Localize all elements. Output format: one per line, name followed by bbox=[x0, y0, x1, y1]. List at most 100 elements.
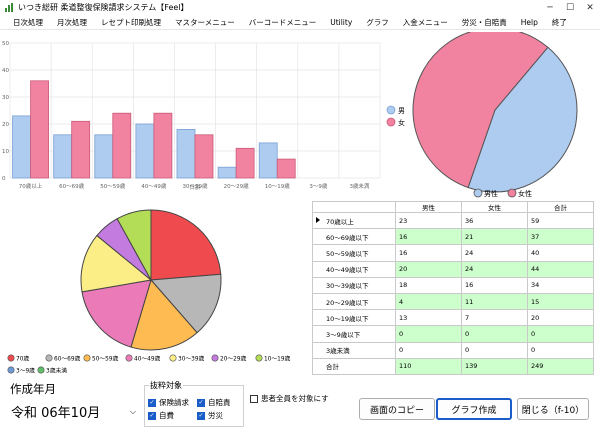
menu-graph[interactable]: グラフ bbox=[359, 17, 396, 28]
filter-insurance-checkbox[interactable]: ✓ 保険請求 bbox=[148, 397, 189, 408]
table-row[interactable]: 40〜49歳以下 20 24 44 bbox=[312, 260, 594, 278]
current-row-pointer-icon bbox=[316, 217, 320, 223]
minimize-button[interactable]: ─ bbox=[540, 0, 560, 15]
x-tick-label: 10〜19歳 bbox=[265, 182, 290, 190]
legend-marker bbox=[7, 354, 15, 362]
table-cell[interactable]: 15 bbox=[527, 292, 594, 311]
checkbox-icon bbox=[250, 394, 258, 403]
table-cell[interactable]: 110 bbox=[395, 357, 462, 376]
row-header: 3〜9歳以下 bbox=[312, 325, 396, 343]
menu-receipt-print[interactable]: レセプト印刷処理 bbox=[94, 17, 168, 28]
table-cell[interactable]: 0 bbox=[461, 325, 528, 343]
table-cell[interactable]: 21 bbox=[461, 228, 528, 246]
table-cell[interactable]: 11 bbox=[461, 292, 528, 311]
table-cell[interactable]: 4 bbox=[395, 292, 462, 311]
x-tick-label: 60〜69歳 bbox=[59, 182, 84, 190]
legend-label: 20〜29歳 bbox=[220, 355, 247, 363]
table-row[interactable]: 70歳以上 23 36 59 bbox=[312, 211, 594, 230]
filter-auto-liability-checkbox[interactable]: ✓ 自賠責 bbox=[197, 397, 231, 408]
table-cell[interactable]: 7 bbox=[461, 309, 528, 327]
menu-barcode[interactable]: バーコードメニュー bbox=[242, 17, 324, 28]
table-row[interactable]: 3歳未満 0 0 0 bbox=[312, 341, 594, 359]
table-cell[interactable]: 0 bbox=[527, 325, 594, 343]
menu-payment[interactable]: 入金メニュー bbox=[396, 17, 455, 28]
row-header: 3歳未満 bbox=[312, 341, 396, 359]
table-row[interactable]: 30〜39歳以下 18 16 34 bbox=[312, 276, 594, 294]
bar bbox=[30, 80, 49, 179]
legend-marker bbox=[83, 354, 91, 362]
filter-group-title: 抜粋対象 bbox=[149, 380, 183, 391]
bar bbox=[153, 112, 173, 179]
table-row[interactable]: 50〜59歳以下 16 24 40 bbox=[312, 244, 594, 262]
table-cell[interactable]: 37 bbox=[527, 228, 594, 246]
bar bbox=[276, 158, 296, 179]
x-tick-label: 3〜9歳 bbox=[309, 182, 327, 190]
x-axis-label: 日齢 bbox=[189, 183, 201, 191]
bar bbox=[112, 112, 132, 179]
table-cell[interactable]: 139 bbox=[461, 357, 528, 376]
copy-screen-button[interactable]: 画面のコピー bbox=[359, 398, 435, 420]
table-cell[interactable]: 16 bbox=[395, 244, 462, 262]
menu-utility[interactable]: Utility bbox=[323, 18, 359, 27]
create-graph-button[interactable]: グラフ作成 bbox=[436, 398, 512, 420]
table-cell[interactable]: 34 bbox=[527, 276, 594, 294]
table-cell[interactable]: 40 bbox=[527, 244, 594, 262]
checkbox-icon: ✓ bbox=[197, 398, 205, 407]
x-tick-label: 70歳以上 bbox=[19, 182, 43, 190]
close-button[interactable]: 閉じる（f-10） bbox=[517, 398, 589, 420]
bar bbox=[94, 134, 114, 179]
legend-marker bbox=[507, 188, 517, 198]
row-label: 合計 bbox=[326, 363, 339, 372]
legend-marker bbox=[386, 105, 396, 115]
pie-slice bbox=[150, 209, 222, 281]
filter-workers-comp-label: 労災 bbox=[208, 411, 223, 420]
table-cell[interactable]: 13 bbox=[395, 309, 462, 327]
filter-workers-comp-checkbox[interactable]: ✓ 労災 bbox=[197, 410, 223, 421]
y-tick-label: 40 bbox=[2, 68, 9, 74]
table-cell[interactable]: 0 bbox=[461, 341, 528, 359]
legend-marker bbox=[386, 117, 396, 127]
table-cell[interactable]: 20 bbox=[395, 260, 462, 278]
table-cell[interactable]: 16 bbox=[395, 228, 462, 246]
menu-daily[interactable]: 日次処理 bbox=[6, 17, 50, 28]
table-row[interactable]: 20〜29歳以下 4 11 15 bbox=[312, 292, 594, 311]
menu-exit[interactable]: 終了 bbox=[545, 17, 574, 28]
maximize-button[interactable]: ☐ bbox=[560, 0, 580, 15]
header-corner bbox=[312, 201, 396, 213]
table-cell[interactable]: 24 bbox=[461, 260, 528, 278]
legend-marker bbox=[37, 366, 45, 374]
menu-monthly[interactable]: 月次処理 bbox=[50, 17, 94, 28]
menu-workers-comp[interactable]: 労災・自賠責 bbox=[455, 17, 514, 28]
all-patients-checkbox[interactable]: 患者全員を対象にす bbox=[250, 393, 329, 404]
row-header: 60〜69歳以下 bbox=[312, 228, 396, 246]
table-row[interactable]: 3〜9歳以下 0 0 0 bbox=[312, 325, 594, 343]
table-cell[interactable]: 23 bbox=[395, 211, 462, 230]
row-header: 50〜59歳以下 bbox=[312, 244, 396, 262]
table-cell[interactable]: 59 bbox=[527, 211, 594, 230]
table-row[interactable]: 合計 110 139 249 bbox=[312, 357, 594, 376]
table-cell[interactable]: 0 bbox=[395, 341, 462, 359]
table-cell[interactable]: 16 bbox=[461, 276, 528, 294]
bar bbox=[71, 120, 91, 179]
menu-help[interactable]: Help bbox=[514, 18, 545, 27]
close-window-button[interactable]: ✕ bbox=[580, 0, 600, 15]
table-cell[interactable]: 44 bbox=[527, 260, 594, 278]
table-cell[interactable]: 36 bbox=[461, 211, 528, 230]
menu-master[interactable]: マスターメニュー bbox=[168, 17, 242, 28]
row-header: 40〜49歳以下 bbox=[312, 260, 396, 278]
table-cell[interactable]: 18 bbox=[395, 276, 462, 294]
bar bbox=[135, 123, 155, 179]
table-cell[interactable]: 249 bbox=[527, 357, 594, 376]
table-cell[interactable]: 20 bbox=[527, 309, 594, 327]
table-row[interactable]: 10〜19歳以下 13 7 20 bbox=[312, 309, 594, 327]
table-cell[interactable]: 24 bbox=[461, 244, 528, 262]
table-cell[interactable]: 0 bbox=[395, 325, 462, 343]
filter-self-pay-checkbox[interactable]: ✓ 自費 bbox=[148, 410, 174, 421]
bar bbox=[235, 147, 255, 179]
era-month-select[interactable]: 令和 06年10月 ⌵ bbox=[8, 400, 138, 422]
table-row[interactable]: 60〜69歳以下 16 21 37 bbox=[312, 228, 594, 246]
table-cell[interactable]: 0 bbox=[527, 341, 594, 359]
filter-insurance-label: 保険請求 bbox=[159, 398, 189, 407]
legend-label: 70歳 bbox=[16, 355, 29, 363]
y-tick-label: 50 bbox=[2, 41, 9, 47]
